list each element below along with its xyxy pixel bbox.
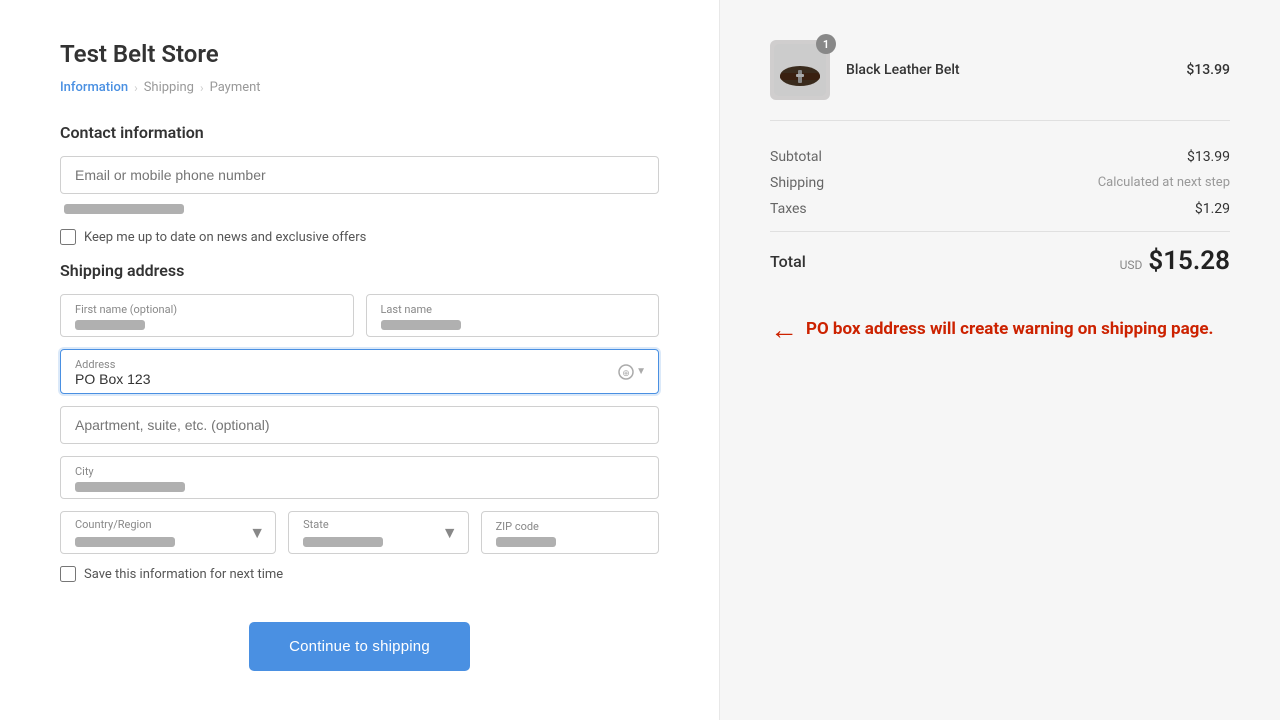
breadcrumb-sep-2: ›: [200, 81, 204, 95]
product-info: Black Leather Belt: [846, 62, 1186, 78]
city-blurred: [75, 482, 185, 492]
shipping-row: Shipping Calculated at next step: [770, 175, 1230, 191]
breadcrumb-payment[interactable]: Payment: [210, 80, 261, 95]
first-name-group: First name (optional): [60, 294, 354, 337]
right-panel: 1 Black Leather Belt $13.99 Subtotal $13…: [720, 0, 1280, 720]
total-value-wrap: USD $15.28: [1120, 246, 1230, 276]
breadcrumb-shipping[interactable]: Shipping: [144, 80, 194, 95]
first-name-blurred: [75, 320, 145, 330]
state-label: State: [289, 512, 467, 533]
address-group: Address ⊕ ▼: [60, 349, 659, 394]
shipping-label: Shipping: [770, 175, 824, 191]
country-label: Country/Region: [61, 512, 275, 533]
continue-btn-wrap: Continue to shipping: [60, 598, 659, 671]
shipping-value: Calculated at next step: [1098, 175, 1230, 191]
email-group: [60, 156, 659, 217]
city-field-wrap: City: [60, 456, 659, 499]
city-group: City: [60, 456, 659, 499]
contact-section-title: Contact information: [60, 123, 659, 142]
zip-blurred: [496, 537, 556, 547]
address-field-wrap: Address ⊕ ▼: [60, 349, 659, 394]
first-name-label: First name (optional): [75, 303, 339, 316]
product-row: 1 Black Leather Belt $13.99: [770, 40, 1230, 121]
summary-divider: [770, 231, 1230, 232]
store-title: Test Belt Store: [60, 40, 659, 68]
state-blurred: [303, 537, 383, 547]
zip-group: ZIP code: [481, 511, 659, 554]
breadcrumb-sep-1: ›: [134, 81, 138, 95]
address-input[interactable]: [75, 371, 604, 387]
taxes-value: $1.29: [1195, 201, 1230, 217]
save-checkbox-row: Save this information for next time: [60, 566, 659, 582]
total-amount: $15.28: [1148, 246, 1230, 276]
product-name: Black Leather Belt: [846, 62, 1186, 78]
total-label: Total: [770, 252, 806, 271]
save-info-label: Save this information for next time: [84, 567, 283, 582]
product-image-wrap: 1: [770, 40, 830, 100]
newsletter-checkbox[interactable]: [60, 229, 76, 245]
save-info-checkbox[interactable]: [60, 566, 76, 582]
left-panel: Test Belt Store Information › Shipping ›…: [0, 0, 720, 720]
zip-label: ZIP code: [496, 520, 644, 533]
taxes-row: Taxes $1.29: [770, 201, 1230, 217]
last-name-label: Last name: [381, 303, 645, 316]
last-name-blurred: [381, 320, 461, 330]
annotation-text: PO box address will create warning on sh…: [806, 318, 1214, 342]
country-blurred: [75, 537, 175, 547]
annotation-wrap: ← PO box address will create warning on …: [770, 316, 1230, 344]
svg-text:⊕: ⊕: [622, 369, 630, 379]
newsletter-label: Keep me up to date on news and exclusive…: [84, 230, 366, 245]
breadcrumb: Information › Shipping › Payment: [60, 80, 659, 95]
apt-group: [60, 406, 659, 444]
annotation-arrow-icon: ←: [770, 316, 798, 344]
region-row: Country/Region ▼ State ▼ ZIP code: [60, 511, 659, 554]
subtotal-label: Subtotal: [770, 149, 822, 165]
email-input[interactable]: [60, 156, 659, 194]
total-row: Total USD $15.28: [770, 246, 1230, 276]
state-group: State ▼: [288, 511, 468, 554]
belt-image-svg: [774, 44, 826, 96]
newsletter-checkbox-row: Keep me up to date on news and exclusive…: [60, 229, 659, 245]
subtotal-row: Subtotal $13.99: [770, 149, 1230, 165]
zip-field-wrap: ZIP code: [481, 511, 659, 554]
total-currency: USD: [1120, 258, 1143, 272]
shipping-section-title: Shipping address: [60, 261, 659, 280]
address-label: Address: [75, 358, 644, 371]
apt-input[interactable]: [60, 406, 659, 444]
email-blurred-value: [64, 204, 184, 214]
product-badge: 1: [816, 34, 836, 54]
last-name-group: Last name: [366, 294, 660, 337]
name-row: First name (optional) Last name: [60, 294, 659, 337]
city-label: City: [75, 465, 644, 478]
address-icon: ⊕ ▼: [618, 364, 646, 380]
product-price: $13.99: [1186, 62, 1230, 78]
taxes-label: Taxes: [770, 201, 807, 217]
continue-to-shipping-button[interactable]: Continue to shipping: [249, 622, 470, 671]
breadcrumb-information[interactable]: Information: [60, 80, 128, 95]
country-group: Country/Region ▼: [60, 511, 276, 554]
subtotal-value: $13.99: [1187, 149, 1230, 165]
